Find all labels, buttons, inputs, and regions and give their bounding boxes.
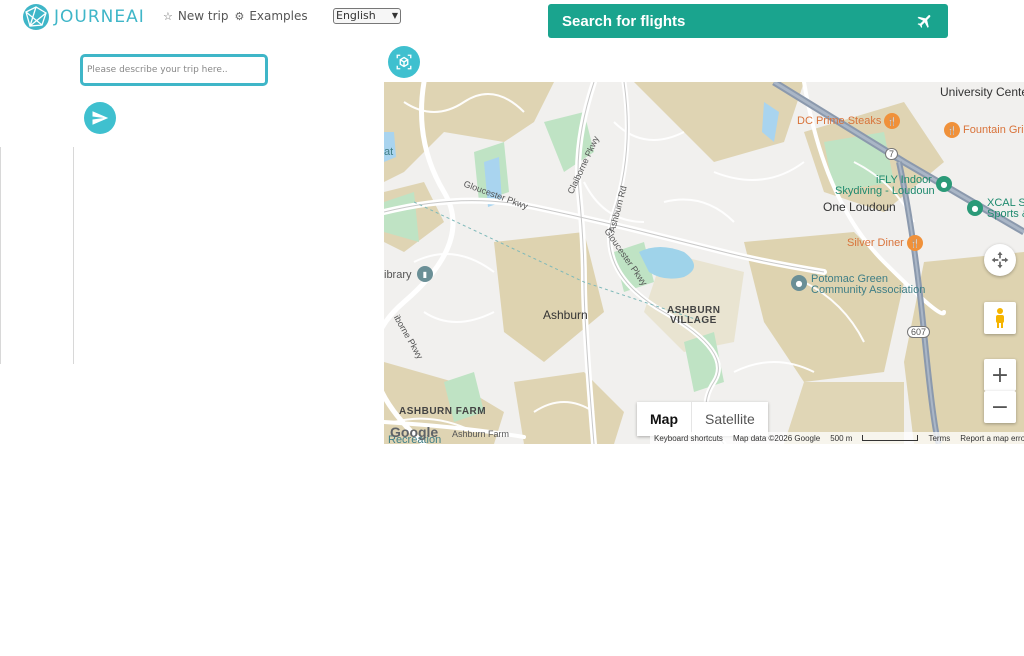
map-label-ashburn: Ashburn: [543, 308, 588, 322]
restaurant-pin-icon[interactable]: 🍴: [884, 113, 900, 129]
move-arrows-icon: [991, 251, 1009, 269]
puzzle-icon: ⚙: [234, 9, 245, 23]
globe-logo-icon: [23, 4, 49, 30]
route-7-shield: 7: [885, 148, 899, 160]
top-nav: ☆ New trip ⚙ Examples: [163, 9, 314, 23]
map-label-ashburn-farm-road: Ashburn Farm: [452, 429, 510, 439]
brand-logo[interactable]: JOURNEAI: [22, 3, 145, 31]
search-flights-button[interactable]: Search for flights: [548, 4, 948, 38]
scale-bar: [862, 435, 919, 441]
examples-label: Examples: [249, 9, 308, 23]
map-label-potomac-green-2[interactable]: Community Association: [811, 284, 925, 296]
map-data-text: Map data ©2026 Google: [732, 433, 821, 443]
send-icon: [92, 111, 109, 125]
map-base: [384, 82, 1024, 444]
map-label-university-center: University Center: [940, 85, 1024, 99]
zoom-out-button[interactable]: −: [984, 391, 1016, 423]
library-pin-icon[interactable]: ▮: [417, 266, 433, 282]
language-selected: English: [336, 9, 376, 22]
map-label-one-loudoun: One Loudoun: [823, 200, 896, 214]
restaurant-pin-icon[interactable]: 🍴: [907, 235, 923, 251]
trip-description-input[interactable]: Please describe your trip here..: [80, 54, 268, 86]
google-logo: Google: [390, 424, 439, 440]
language-select[interactable]: English ▼: [333, 8, 401, 24]
map-type-satellite-button[interactable]: Satellite: [692, 402, 768, 436]
restaurant-pin-icon[interactable]: 🍴: [944, 122, 960, 138]
send-button[interactable]: [84, 102, 116, 134]
map-label-ashburn-farm: ASHBURN FARM: [399, 406, 487, 417]
map-attribution: Keyboard shortcuts Map data ©2026 Google…: [650, 432, 1024, 444]
new-trip-label: New trip: [177, 9, 229, 23]
map-label-ashburn-village-2: VILLAGE: [670, 315, 717, 326]
attraction-pin-icon[interactable]: ●: [967, 200, 983, 216]
airplane-icon: [917, 15, 931, 28]
place-pin-icon[interactable]: ●: [791, 275, 807, 291]
panel-divider-right: [73, 147, 74, 364]
fullscreen-button[interactable]: [984, 244, 1016, 276]
attraction-pin-icon[interactable]: ●: [936, 176, 952, 192]
route-607-shield: 607: [907, 326, 931, 338]
examples-link[interactable]: ⚙ Examples: [234, 9, 307, 23]
map-label-silver-diner[interactable]: Silver Diner: [847, 237, 904, 249]
map-type-map-button[interactable]: Map: [637, 402, 692, 436]
map-label-xcal-2[interactable]: Sports &: [987, 208, 1024, 220]
new-trip-link[interactable]: ☆ New trip: [163, 9, 228, 23]
search-flights-label: Search for flights: [562, 12, 686, 30]
scale-label[interactable]: 500 m: [830, 434, 852, 443]
terms-link[interactable]: Terms: [928, 434, 950, 443]
map-label-dc-prime-steaks[interactable]: DC Prime Steaks: [797, 115, 881, 127]
cube-scan-icon: [396, 54, 412, 70]
map-label-at: at: [384, 146, 394, 158]
brand-name: JOURNEAI: [54, 7, 145, 27]
panel-divider-left: [0, 147, 1, 364]
pegman-icon: [996, 308, 1004, 328]
map-view[interactable]: University Center DC Prime Steaks 🍴 🍴 Fo…: [384, 82, 1024, 444]
zoom-in-button[interactable]: +: [984, 359, 1016, 391]
view-3d-button[interactable]: [388, 46, 420, 78]
chevron-down-icon: ▼: [391, 11, 398, 20]
report-map-error-link[interactable]: Report a map error: [960, 434, 1024, 443]
street-view-pegman[interactable]: [984, 302, 1016, 334]
map-label-ifly-2[interactable]: Skydiving - Loudoun: [835, 185, 935, 197]
map-type-toggle: Map Satellite: [637, 402, 768, 436]
keyboard-shortcuts-link[interactable]: Keyboard shortcuts: [654, 434, 723, 443]
map-label-library[interactable]: ibrary: [384, 269, 412, 281]
map-label-fountain-grill[interactable]: Fountain Gri: [963, 124, 1024, 136]
star-icon: ☆: [163, 9, 173, 23]
